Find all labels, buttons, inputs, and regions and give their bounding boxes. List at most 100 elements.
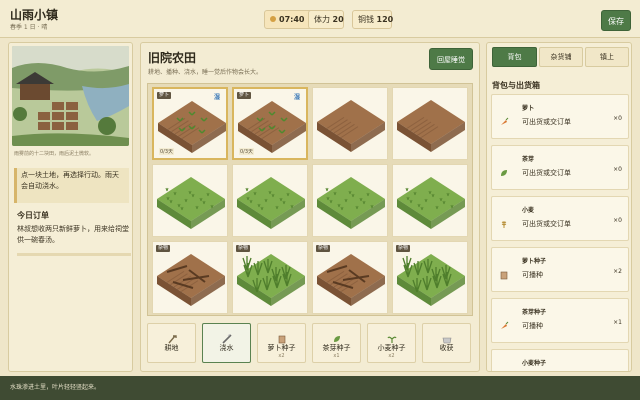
basket-icon <box>442 329 452 344</box>
seed-bag-icon <box>277 329 287 344</box>
tab-shop[interactable]: 杂货铺 <box>539 47 583 67</box>
field-plot-weeds[interactable]: 杂物 <box>232 241 308 314</box>
item-desc: 可播种 <box>522 271 543 279</box>
right-panel: 背包 杂货铺 镇上 背包与出货箱 萝卜 可出货或交订单 ×0 茶芽 可出货或交订单 ×0 小… <box>486 42 632 372</box>
carrot-icon <box>499 112 509 125</box>
plot-tag: 杂物 <box>396 245 411 252</box>
inventory-item[interactable]: 小麦种子 <box>491 349 629 371</box>
item-name: 小麦 <box>522 207 535 214</box>
plot-tile-graphic <box>317 100 385 152</box>
tool-button[interactable]: 耕地 <box>147 323 196 363</box>
wheat-icon <box>499 367 509 371</box>
leaf-icon <box>332 329 342 342</box>
tool-count: x2 <box>278 353 285 359</box>
scene-caption: 雨雾前的十二块田，雨后泥土微软。 <box>14 151 95 157</box>
item-qty: ×0 <box>613 217 622 224</box>
item-qty: ×2 <box>613 268 622 275</box>
money-display: 铜钱 120 <box>352 10 393 29</box>
tool-label: 萝卜种子 <box>267 344 296 352</box>
plot-tile-graphic <box>397 254 465 306</box>
tool-label: 收获 <box>439 344 454 352</box>
stamina-display: 体力 20 <box>308 10 344 29</box>
sun-icon <box>270 16 276 22</box>
field-plot-sprout[interactable]: 萝卜 湿 0/3天 <box>152 87 228 160</box>
tool-button[interactable]: 萝卜种子 x2 <box>257 323 306 363</box>
item-desc: 可出货或交订单 <box>522 169 571 177</box>
item-name: 小麦种子 <box>522 360 547 367</box>
field-plot-weeds[interactable]: 杂物 <box>392 241 468 314</box>
plot-tag: 杂物 <box>156 245 171 252</box>
app-title: 山雨小镇 <box>10 8 59 22</box>
plot-tag: 杂物 <box>236 245 251 252</box>
order-progress-bar <box>17 253 131 256</box>
plot-tile-graphic <box>237 254 305 306</box>
tool-bar: 耕地 浇水 萝卜种子 x2 茶芽种子 x1 小麦种子 x2 收获 <box>147 323 473 367</box>
hint-text: 点一块土地，再选择行动。雨天会自动浇水。 <box>14 168 129 203</box>
plot-tile-graphic <box>317 254 385 306</box>
growth-days: 0/3天 <box>239 148 255 155</box>
left-panel: 雨雾前的十二块田，雨后泥土微软。 点一块土地，再选择行动。雨天会自动浇水。 今日… <box>8 42 133 372</box>
item-name: 茶芽种子 <box>522 309 547 316</box>
plot-tile-graphic <box>157 177 225 229</box>
field-plot-tilled[interactable] <box>392 87 468 160</box>
save-button[interactable]: 保存 <box>601 10 631 31</box>
item-name: 萝卜种子 <box>522 258 547 265</box>
field-subtitle: 耕地、播种、浇水，睡一觉后作物会长大。 <box>148 69 263 76</box>
wheat-icon <box>499 214 509 228</box>
tool-button[interactable]: 茶芽种子 x1 <box>312 323 361 363</box>
item-desc: 可播种 <box>522 322 543 330</box>
plot-tile-graphic <box>237 177 305 229</box>
sleep-button[interactable]: 回屋睡觉 <box>429 48 473 70</box>
plot-tag: 萝卜 <box>157 92 172 99</box>
status-bar: 水珠渗进土里，叶片轻轻竖起来。 <box>0 376 640 400</box>
growth-days: 0/3天 <box>159 148 175 155</box>
seed-bag-icon <box>499 265 509 280</box>
leaf-icon <box>499 163 509 176</box>
top-bar: 山雨小镇 春季 1 日 · 晴 07:40 体力 20 铜钱 120 保存 <box>0 0 640 38</box>
sprout-icon <box>387 329 397 343</box>
plot-tile-graphic <box>157 254 225 306</box>
field-plot-debris[interactable]: 杂物 <box>152 241 228 314</box>
item-desc: 可出货或交订单 <box>522 220 571 228</box>
inventory-item[interactable]: 茶芽种子可播种 ×1 <box>491 298 629 343</box>
date-weather: 春季 1 日 · 晴 <box>10 24 48 31</box>
water-status: 湿 <box>214 94 221 101</box>
tool-count: x2 <box>388 353 395 359</box>
plot-grid: 萝卜 湿 0/3天 萝卜 湿 0/3天 杂物 杂物 杂物 杂物 <box>147 83 473 316</box>
inventory-item[interactable]: 萝卜种子可播种 ×2 <box>491 247 629 292</box>
tool-button[interactable]: 浇水 <box>202 323 251 363</box>
field-panel: 旧院农田 耕地、播种、浇水，睡一觉后作物会长大。 回屋睡觉 萝卜 湿 0/3天 萝卜 湿… <box>140 42 480 372</box>
tab-backpack[interactable]: 背包 <box>492 47 537 67</box>
item-qty: ×1 <box>613 319 622 326</box>
item-qty: ×0 <box>613 115 622 122</box>
field-plot-grass[interactable] <box>392 164 468 237</box>
item-desc: 可出货或交订单 <box>522 118 571 126</box>
item-name: 萝卜 <box>522 105 535 112</box>
tool-label: 小麦种子 <box>377 344 406 352</box>
plot-tile-graphic <box>397 100 465 152</box>
inventory-item[interactable]: 萝卜可出货或交订单 ×0 <box>491 94 629 139</box>
field-title: 旧院农田 <box>148 51 197 65</box>
field-plot-debris[interactable]: 杂物 <box>312 241 388 314</box>
tool-label: 浇水 <box>219 344 234 352</box>
plot-tag: 杂物 <box>316 245 331 252</box>
inventory-title: 背包与出货箱 <box>492 81 540 90</box>
tool-button[interactable]: 小麦种子 x2 <box>367 323 416 363</box>
field-plot-tilled[interactable] <box>312 87 388 160</box>
order-title: 今日订单 <box>17 211 49 220</box>
field-plot-sprout[interactable]: 萝卜 湿 0/3天 <box>232 87 308 160</box>
tab-town[interactable]: 镇上 <box>585 47 629 67</box>
tool-label: 茶芽种子 <box>322 344 351 352</box>
water-status: 湿 <box>294 94 301 101</box>
tool-count: x1 <box>333 353 340 359</box>
hoe-icon <box>167 329 177 344</box>
tool-button[interactable]: 收获 <box>422 323 471 363</box>
inventory-item[interactable]: 小麦可出货或交订单 ×0 <box>491 196 629 241</box>
plot-tile-graphic <box>317 177 385 229</box>
field-plot-grass[interactable] <box>152 164 228 237</box>
field-plot-grass[interactable] <box>232 164 308 237</box>
inventory-item[interactable]: 茶芽可出货或交订单 ×0 <box>491 145 629 190</box>
field-plot-grass[interactable] <box>312 164 388 237</box>
item-name: 茶芽 <box>522 156 535 163</box>
item-qty: ×0 <box>613 166 622 173</box>
